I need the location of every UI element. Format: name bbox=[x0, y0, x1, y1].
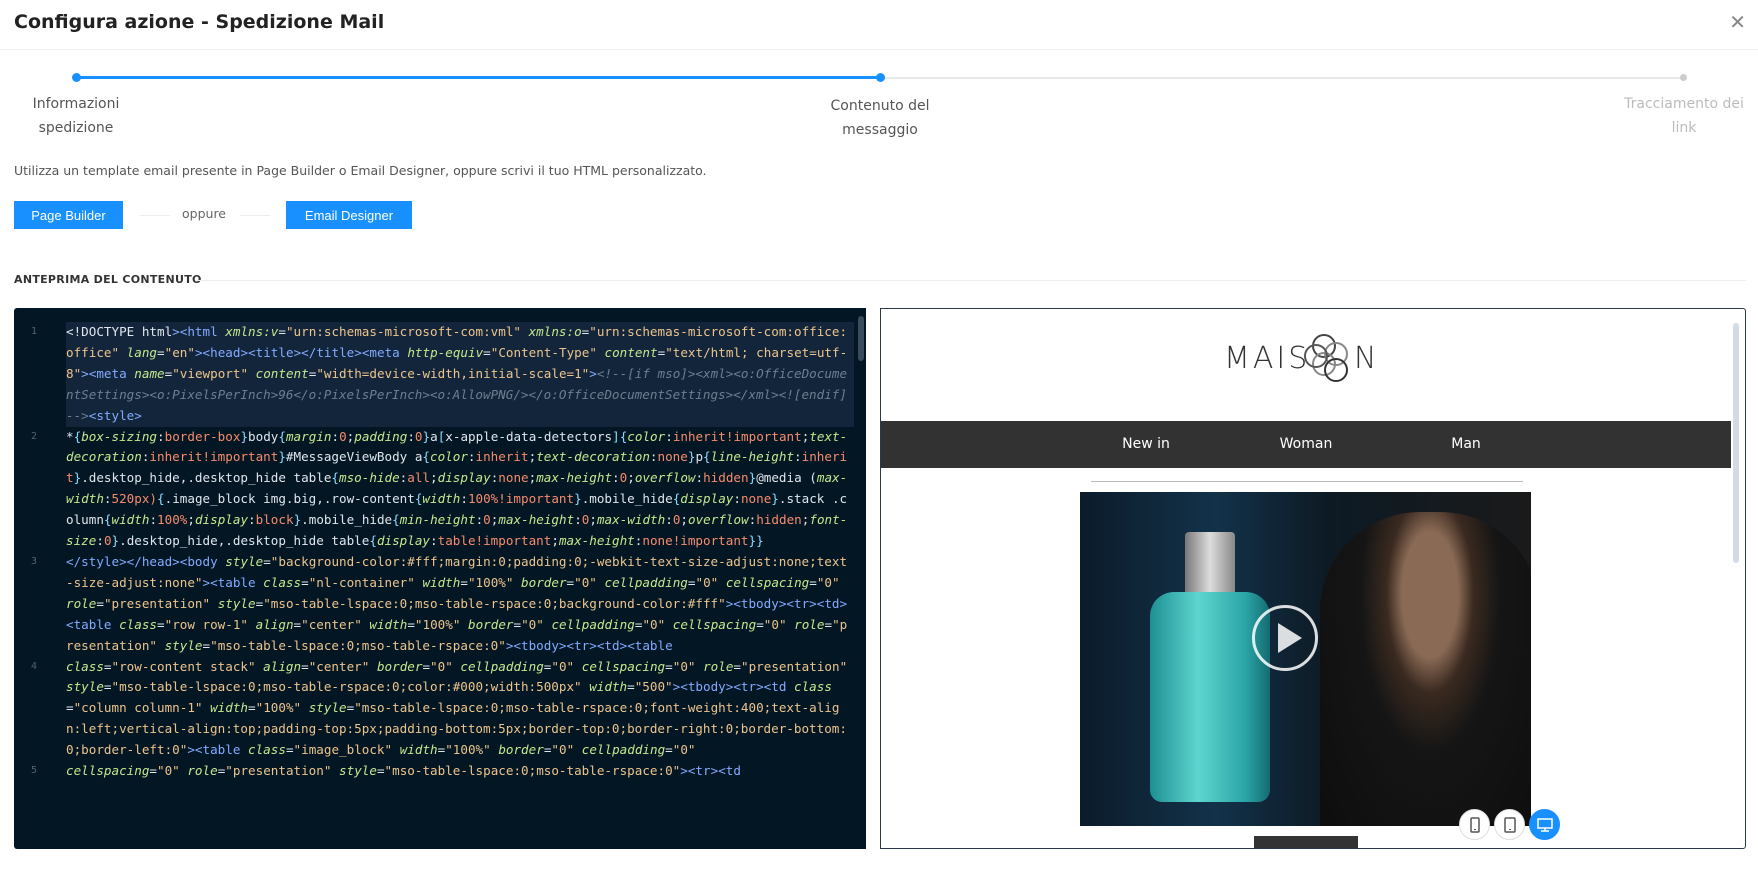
separator-text: oppure bbox=[182, 206, 226, 221]
section-title: ANTEPRIMA DEL CONTENUTO bbox=[14, 273, 202, 286]
man-figure bbox=[1320, 512, 1531, 826]
line-number: 4 bbox=[30, 660, 38, 672]
line-content[interactable]: *{box-sizing:border-box}body{margin:0;pa… bbox=[66, 427, 854, 552]
line-number: 3 bbox=[30, 555, 38, 567]
line-content[interactable]: class="row-content stack" align="center"… bbox=[66, 657, 854, 762]
step-dot-3[interactable] bbox=[1680, 74, 1687, 81]
editor-scrollbar[interactable] bbox=[858, 316, 864, 361]
line-number: 1 bbox=[30, 326, 38, 337]
code-line[interactable]: 2 *{box-sizing:border-box}body{margin:0;p… bbox=[14, 427, 854, 552]
preview-scrollbar[interactable] bbox=[1733, 323, 1739, 563]
line-number: 5 bbox=[30, 765, 38, 777]
dialog-title: Configura azione - Spedizione Mail bbox=[14, 11, 385, 33]
step-label-1[interactable]: Informazioni spedizione bbox=[16, 92, 136, 140]
step-label-3[interactable]: Tracciamento dei link bbox=[1610, 92, 1758, 140]
code-line[interactable]: 1 <!DOCTYPE html><html xmlns:v="urn:schem… bbox=[14, 322, 854, 427]
line-content[interactable]: <!DOCTYPE html><html xmlns:v="urn:schema… bbox=[66, 322, 854, 427]
step-label-2[interactable]: Contenuto del messaggio bbox=[810, 94, 950, 142]
nav-new-in[interactable]: New in bbox=[1066, 421, 1226, 468]
code-line[interactable]: 4 class="row-content stack" align="center… bbox=[14, 657, 854, 762]
bottle-cap bbox=[1185, 532, 1235, 596]
stepper-progress bbox=[76, 76, 880, 79]
desktop-icon[interactable] bbox=[1529, 809, 1560, 840]
email-divider bbox=[1091, 481, 1523, 482]
description: Utilizza un template email presente in P… bbox=[14, 163, 707, 178]
email-nav: New in Woman Man bbox=[881, 421, 1731, 468]
code-line[interactable]: 5 cellspacing="0" role="presentation" sty… bbox=[14, 761, 854, 782]
code-lines[interactable]: 1 <!DOCTYPE html><html xmlns:v="urn:schem… bbox=[14, 322, 854, 782]
step-dot-1[interactable] bbox=[72, 73, 81, 82]
logo-text-right: N bbox=[1354, 341, 1376, 376]
separator-line bbox=[240, 215, 270, 216]
email-designer-button[interactable]: Email Designer bbox=[286, 201, 412, 229]
section-divider bbox=[196, 280, 1746, 281]
hero-video-thumbnail[interactable] bbox=[1080, 492, 1531, 826]
play-icon[interactable] bbox=[1252, 605, 1318, 671]
stepper-track bbox=[884, 77, 1684, 79]
line-content[interactable]: cellspacing="0" role="presentation" styl… bbox=[66, 761, 854, 782]
cta-button[interactable] bbox=[1254, 836, 1358, 848]
separator-line bbox=[140, 215, 170, 216]
nav-woman[interactable]: Woman bbox=[1226, 421, 1386, 468]
line-number: 2 bbox=[30, 430, 38, 442]
email-preview: MAIS N New in Woman Man bbox=[880, 308, 1746, 849]
page-builder-button[interactable]: Page Builder bbox=[14, 201, 123, 229]
perfume-bottle bbox=[1150, 592, 1270, 802]
nav-man[interactable]: Man bbox=[1386, 421, 1546, 468]
close-icon[interactable]: ✕ bbox=[1729, 10, 1746, 34]
code-line[interactable]: 3 </style></head><body style="background-… bbox=[14, 552, 854, 657]
maison-logo: MAIS N bbox=[1224, 334, 1376, 382]
logo-text-left: MAIS bbox=[1224, 341, 1310, 376]
mobile-icon[interactable] bbox=[1459, 809, 1490, 840]
dialog-header: Configura azione - Spedizione Mail ✕ bbox=[0, 0, 1758, 50]
line-content[interactable]: </style></head><body style="background-c… bbox=[66, 552, 854, 657]
step-dot-2[interactable] bbox=[876, 73, 885, 82]
tablet-icon[interactable] bbox=[1494, 809, 1525, 840]
html-code-editor[interactable]: 1 <!DOCTYPE html><html xmlns:v="urn:schem… bbox=[14, 308, 866, 849]
